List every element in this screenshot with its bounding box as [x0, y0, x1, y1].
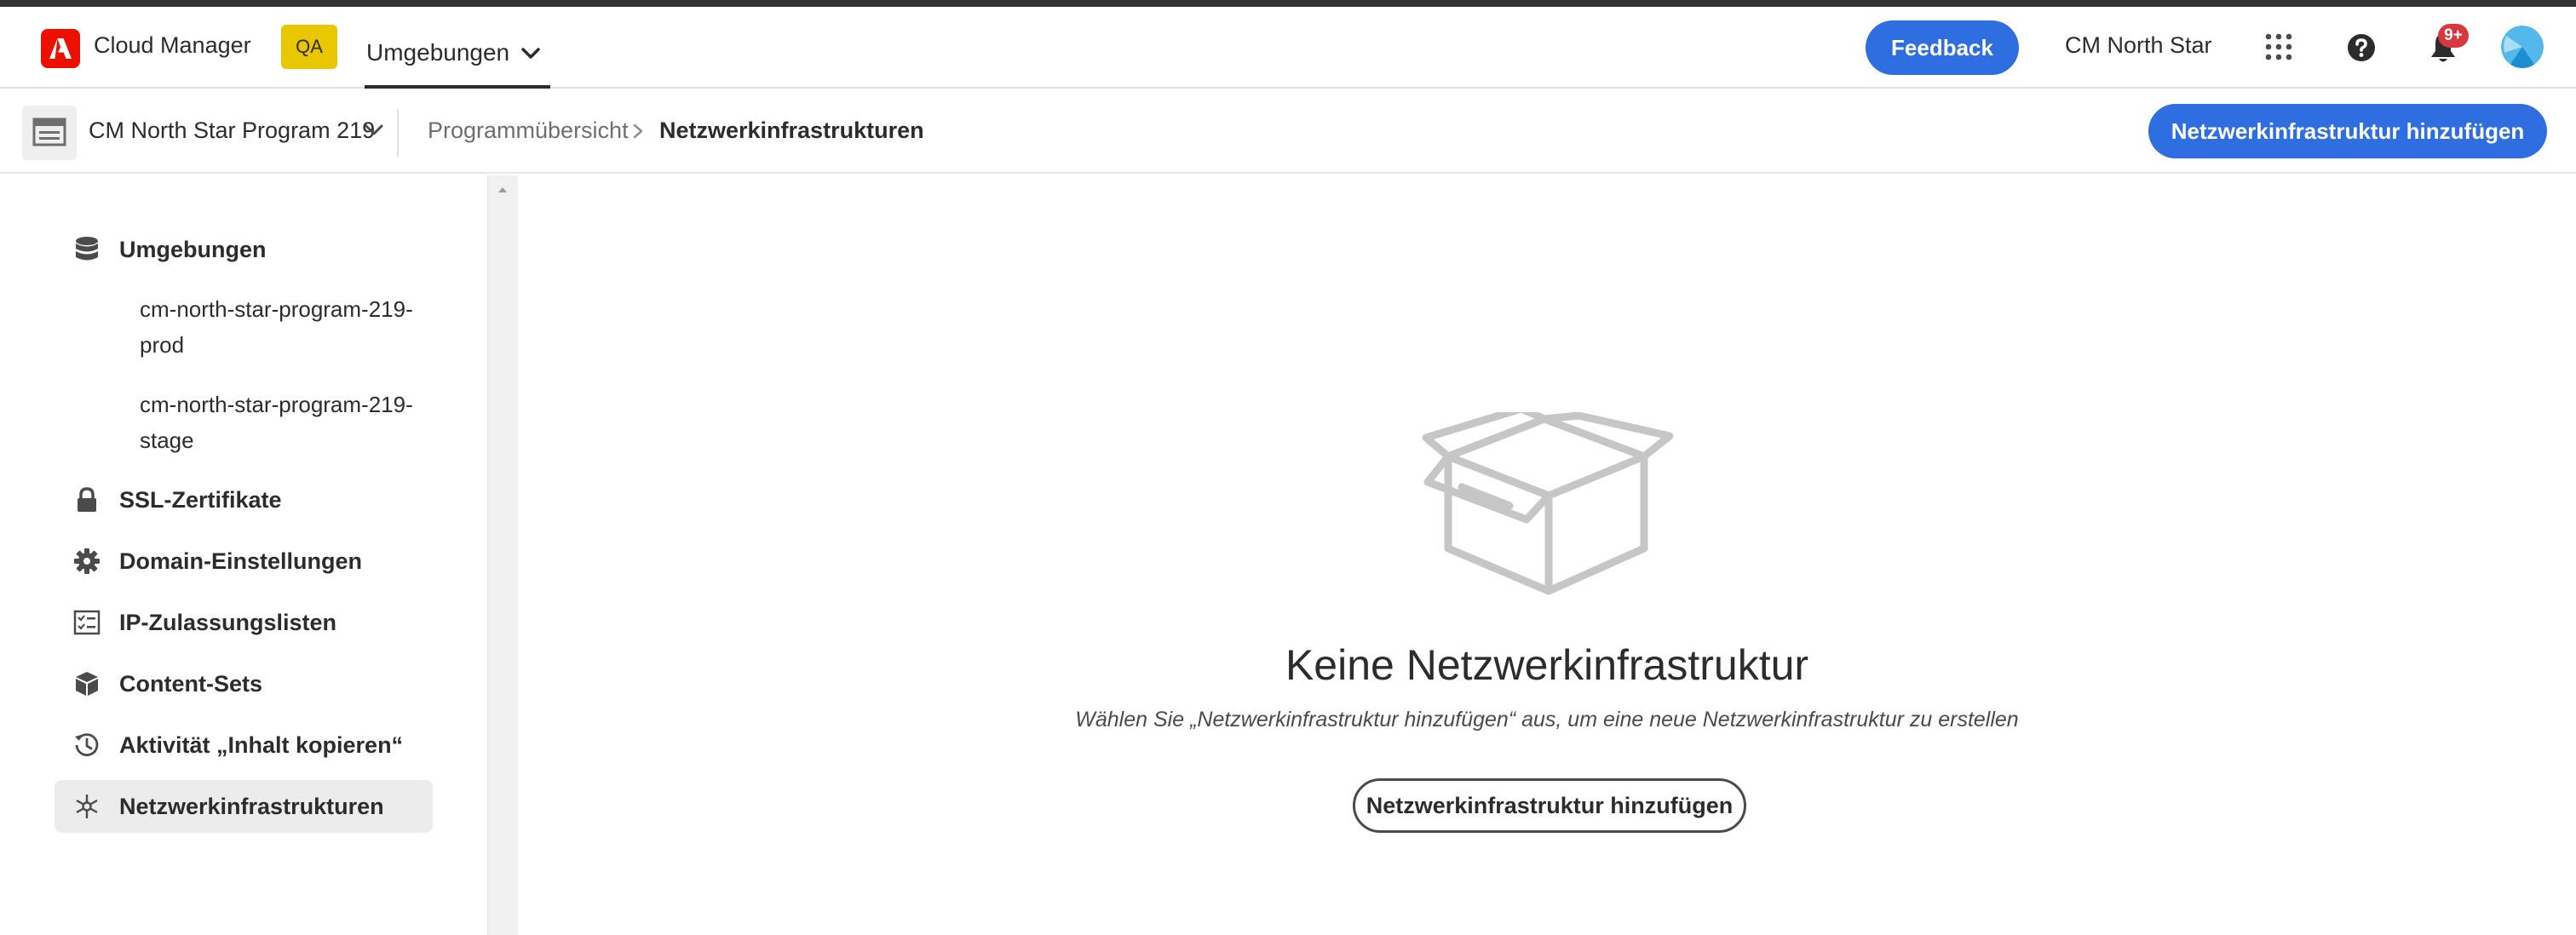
sidebar-item-label: SSL-Zertifikate [119, 487, 282, 513]
sidebar-item-label: Aktivität „Inhalt kopieren“ [119, 732, 404, 758]
divider [397, 109, 399, 157]
boxes-icon [76, 672, 98, 696]
main-content: Keine Netzwerkinfrastruktur Wählen Sie „… [518, 175, 2576, 935]
network-icon [76, 794, 98, 818]
adobe-logo-icon[interactable] [41, 29, 80, 68]
empty-state-description: Wählen Sie „Netzwerkinfrastruktur hinzuf… [1075, 708, 2019, 731]
history-icon [75, 733, 99, 756]
sidebar-item-label: Umgebungen [119, 237, 267, 262]
sidebar-item-label: IP-Zulassungslisten [119, 610, 337, 635]
global-header: Cloud Manager QA Umgebungen Feedback CM … [0, 7, 2576, 89]
scroll-up-arrow-icon[interactable] [497, 186, 509, 194]
sidebar-subitem-stage[interactable]: cm-north-star-program-219- stage [140, 387, 446, 458]
sidebar-subitem-label: stage [140, 427, 194, 453]
program-name[interactable]: CM North Star Program 219 [89, 118, 375, 144]
lock-icon [78, 487, 96, 512]
program-bar: CM North Star Program 219 Programmübersi… [0, 90, 2576, 174]
database-icon [76, 237, 98, 261]
sidebar-item-copy-content-activity[interactable]: Aktivität „Inhalt kopieren“ [55, 719, 433, 772]
environment-badge: QA [281, 25, 337, 69]
app-title[interactable]: Cloud Manager [94, 32, 251, 59]
sidebar-item-domain-settings[interactable]: Domain-Einstellungen [55, 535, 433, 588]
sidebar: Umgebungen cm-north-star-program-219- pr… [0, 175, 487, 935]
gear-icon [74, 548, 100, 574]
feedback-button[interactable]: Feedback [1866, 20, 2019, 75]
sidebar-item-content-sets[interactable]: Content-Sets [55, 657, 433, 710]
env-picker-label: Umgebungen [366, 39, 510, 66]
empty-box-icon [1422, 412, 1674, 595]
notification-badge: 9+ [2438, 24, 2469, 48]
sidebar-item-label: Domain-Einstellungen [119, 548, 363, 574]
sidebar-scrollbar[interactable] [487, 175, 518, 935]
sidebar-subitem-label: prod [140, 332, 185, 358]
sidebar-item-environments[interactable]: Umgebungen [55, 223, 433, 276]
top-stripe [0, 0, 2576, 7]
sidebar-item-network-infrastructures[interactable]: Netzwerkinfrastrukturen [55, 780, 433, 833]
breadcrumb-current: Netzwerkinfrastrukturen [659, 118, 924, 143]
breadcrumb-program-overview[interactable]: Programmübersicht [428, 118, 629, 144]
help-icon[interactable] [2346, 32, 2377, 63]
checklist-icon [73, 610, 101, 635]
sidebar-subitem-prod[interactable]: cm-north-star-program-219- prod [140, 291, 446, 363]
add-network-infrastructure-button[interactable]: Netzwerkinfrastruktur hinzufügen [2148, 104, 2547, 158]
sidebar-subitem-label: cm-north-star-program-219- [140, 296, 413, 322]
apps-grid-icon[interactable] [2264, 32, 2293, 61]
env-picker[interactable]: Umgebungen [365, 14, 550, 89]
program-icon[interactable] [22, 106, 77, 160]
add-network-infrastructure-cta[interactable]: Netzwerkinfrastruktur hinzufügen [1353, 778, 1746, 833]
chevron-down-icon[interactable] [365, 124, 383, 136]
chevron-down-icon [521, 48, 540, 59]
empty-state-title: Keine Netzwerkinfrastruktur [1285, 641, 1809, 689]
sidebar-item-ssl-certificates[interactable]: SSL-Zertifikate [55, 473, 433, 526]
sidebar-item-label: Netzwerkinfrastrukturen [119, 794, 384, 819]
user-org-name[interactable]: CM North Star [2065, 32, 2212, 59]
avatar[interactable] [2501, 26, 2544, 68]
chevron-right-icon [633, 123, 643, 139]
sidebar-item-ip-allow-lists[interactable]: IP-Zulassungslisten [55, 596, 433, 649]
sidebar-item-label: Content-Sets [119, 671, 262, 697]
sidebar-subitem-label: cm-north-star-program-219- [140, 392, 413, 417]
